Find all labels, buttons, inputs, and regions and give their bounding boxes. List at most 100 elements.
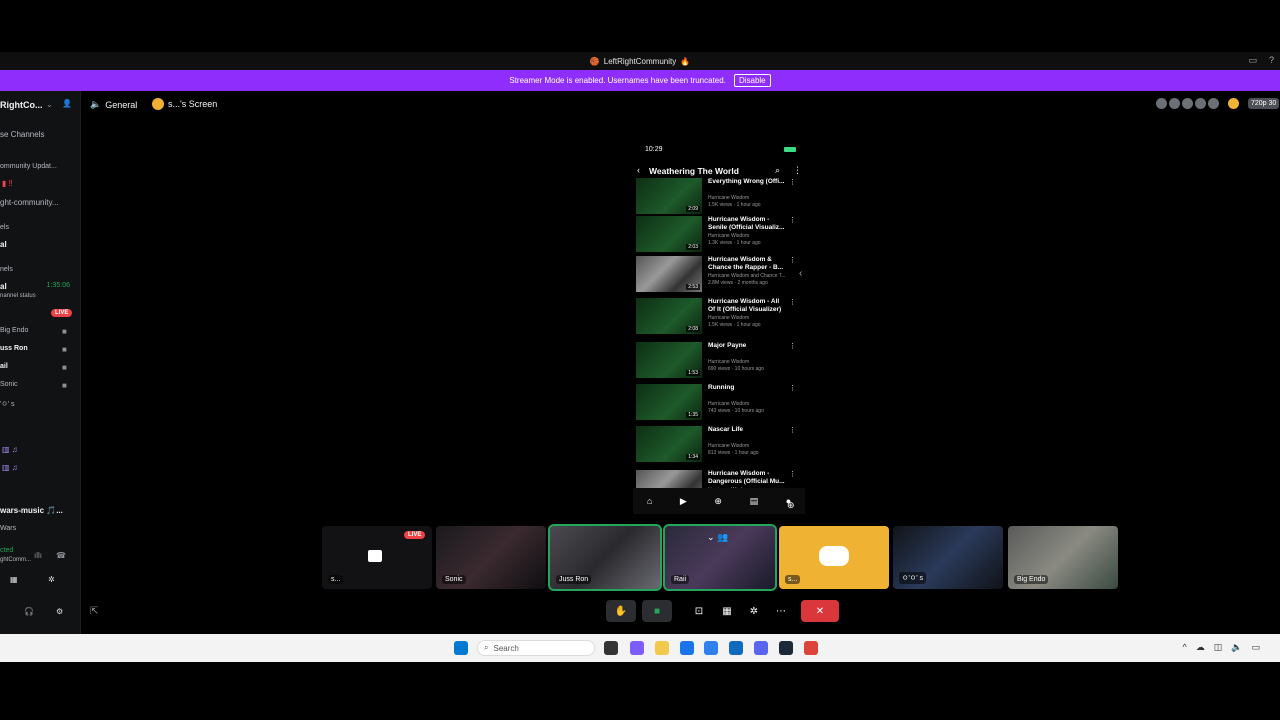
copilot-icon[interactable] xyxy=(630,641,644,655)
file-explorer-icon[interactable] xyxy=(655,641,669,655)
video-title: Hurricane Wisdom - Dangerous (Official M… xyxy=(708,470,785,485)
stream-header[interactable]: s...'s Screen xyxy=(152,98,217,110)
video-title: Hurricane Wisdom & Chance the Rapper - B… xyxy=(708,256,784,271)
participant-tile-big-endo[interactable]: Big Endo xyxy=(1008,526,1118,589)
speaker-icon[interactable]: 🔈 xyxy=(1231,642,1242,653)
home-icon: ⌂ xyxy=(646,496,653,506)
video-channel: Hurricane Wisdom xyxy=(708,233,750,239)
voice-channel-header[interactable]: 🔈 General xyxy=(90,99,137,110)
help-icon[interactable]: ? xyxy=(1269,55,1274,66)
more-vertical-icon: ⋮ xyxy=(789,343,796,350)
camera-icon[interactable]: ■ xyxy=(642,600,672,622)
window-title: LeftRightCommunity xyxy=(603,56,677,66)
participant-tile-sonic[interactable]: Sonic xyxy=(436,526,546,589)
phone-time: 10:29 xyxy=(645,146,663,153)
inbox-icon[interactable]: ▭ xyxy=(1248,55,1257,66)
store-icon[interactable] xyxy=(704,641,718,655)
add-member-icon[interactable]: 👤 xyxy=(62,99,72,108)
video-meta: 1.5K views · 1 hour ago xyxy=(708,202,761,208)
video-meta: 1.3K views · 1 hour ago xyxy=(708,240,761,246)
participant-avatars[interactable] xyxy=(1156,98,1219,109)
sidebar-item-general-text[interactable]: al xyxy=(0,240,7,249)
voice-user-other[interactable]: 'ㅇ' s xyxy=(0,399,15,409)
task-view-icon[interactable] xyxy=(604,641,618,655)
headphones-icon[interactable]: 🎧 xyxy=(24,607,34,616)
sidebar-category-channels[interactable]: els xyxy=(0,224,9,231)
stream-title: s...'s Screen xyxy=(168,99,218,109)
taskbar-search[interactable]: ⌕ Search xyxy=(477,640,595,656)
voice-user-sonic[interactable]: Sonic xyxy=(0,381,18,388)
video-channel: Hurricane Wisdom xyxy=(708,195,750,201)
sidebar-item-browse-channels[interactable]: se Channels xyxy=(0,130,44,139)
sidebar-category-voice[interactable]: nels xyxy=(0,266,13,273)
settings-gear-icon[interactable]: ⚙ xyxy=(56,607,63,616)
participant-tile-discord[interactable]: s... xyxy=(779,526,889,589)
disable-streamer-mode-button[interactable]: Disable xyxy=(733,74,771,87)
video-duration: 1:53 xyxy=(686,370,700,376)
more-vertical-icon: ⋮ xyxy=(789,385,796,392)
activities-icon[interactable]: ▦ xyxy=(718,600,736,622)
voice-connected-server: ghtComm... xyxy=(0,557,32,563)
network-icon[interactable]: ◫ xyxy=(1214,642,1223,653)
video-icon: ■ xyxy=(62,327,67,336)
video-list-item: 1:35 Running Hurricane Wisdom 743 views · 1… xyxy=(636,384,800,424)
server-name[interactable]: RightCo... xyxy=(0,100,43,110)
participant-tile-stream[interactable]: LIVE s... xyxy=(322,526,432,589)
video-channel: Hurricane Wisdom and Chance T... xyxy=(708,273,786,279)
window-title-emoji-right: 🔥 xyxy=(680,56,691,66)
edge-icon[interactable] xyxy=(680,641,694,655)
participant-tile-juss-ron[interactable]: Juss Ron xyxy=(548,524,662,591)
speaker-icon: 🔈 xyxy=(90,99,102,109)
popout-icon[interactable]: ⇱ xyxy=(90,606,98,617)
zoom-icon[interactable]: ⊕ xyxy=(787,500,795,511)
soundboard-icon[interactable]: ✲ xyxy=(745,600,763,622)
window-controls: ▭ ? xyxy=(1248,55,1274,66)
tile-name: Juss Ron xyxy=(556,575,592,584)
disconnect-icon[interactable]: ☎ xyxy=(56,551,66,560)
video-thumbnail: 2:08 xyxy=(636,298,702,334)
sidebar-item-general-voice[interactable]: al xyxy=(0,282,7,291)
start-icon[interactable] xyxy=(454,641,468,655)
outlook-icon[interactable] xyxy=(729,641,743,655)
avatar xyxy=(1208,98,1219,109)
disconnect-button[interactable]: ✕ xyxy=(801,600,839,622)
channel-status[interactable]: nannel status xyxy=(0,293,36,299)
participant-tile-other[interactable]: ㅇ'ㅇ' s xyxy=(893,526,1003,589)
battery-icon[interactable]: ▭ xyxy=(1251,642,1260,653)
microphone-icon[interactable]: ✋ xyxy=(606,600,636,622)
search-icon: ⌕ xyxy=(484,643,489,652)
voice-connected-status: cted xyxy=(0,547,14,554)
sidebar-item-community-updates[interactable]: ommunity Updat... xyxy=(0,163,57,170)
voice-user-big-endo[interactable]: Big Endo xyxy=(0,327,28,334)
search-placeholder: Search xyxy=(493,643,519,653)
video-list-item: 2:08 Hurricane Wisdom - All Of It (Offici… xyxy=(636,298,800,338)
tile-name: s... xyxy=(328,575,344,584)
sidebar-item-wars-music[interactable]: wars-music 🎵... xyxy=(0,506,63,515)
discord-icon[interactable] xyxy=(754,641,768,655)
sidebar-item-wars[interactable]: Wars xyxy=(0,525,16,532)
chrome-icon[interactable] xyxy=(804,641,818,655)
voice-channel-name: General xyxy=(105,99,138,110)
sidebar-item-right-community[interactable]: ght-community... xyxy=(0,198,59,207)
voice-user-raii[interactable]: ail xyxy=(0,363,8,370)
soundboard-icon[interactable]: ✲ xyxy=(48,575,55,584)
chevron-up-icon[interactable]: ^ xyxy=(1183,642,1187,653)
video-duration: 2:03 xyxy=(686,244,700,250)
participant-tile-raii[interactable]: ⌄ 👥 Raii xyxy=(663,524,777,591)
activities-icon[interactable]: ▦ xyxy=(10,575,18,584)
video-title: Major Payne xyxy=(708,342,747,349)
chevron-down-icon[interactable]: ⌄ xyxy=(46,100,53,109)
windows-taskbar: ⌕ Search ^ ☁ ◫ 🔈 ▭ xyxy=(0,634,1280,662)
cloud-icon[interactable]: ☁ xyxy=(1196,642,1205,653)
collapse-chevron-icon[interactable]: ‹ xyxy=(799,268,802,279)
screen-share-phone[interactable]: 10:29 ‹ Weathering The World ⌕ ⋮ 2:09 Eve… xyxy=(633,142,805,514)
more-options-icon[interactable]: ⋯ xyxy=(772,600,790,622)
warning-icon[interactable] xyxy=(1228,98,1239,109)
tile-name: Raii xyxy=(671,575,690,584)
noise-suppression-icon[interactable]: ıllı xyxy=(34,551,42,560)
tile-name: Sonic xyxy=(442,575,466,584)
voice-timer: 1:35:06 xyxy=(46,282,70,289)
voice-user-juss-ron[interactable]: uss Ron xyxy=(0,345,28,352)
steam-icon[interactable] xyxy=(779,641,793,655)
screen-share-icon[interactable]: ⊡ xyxy=(690,600,708,622)
